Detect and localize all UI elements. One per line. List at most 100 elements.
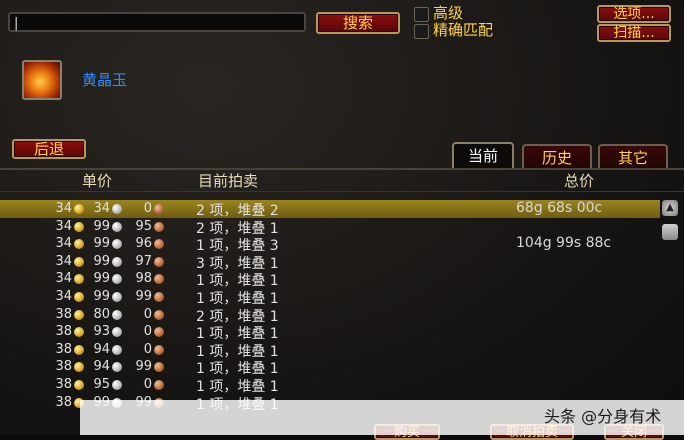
table-row[interactable]: 38 94 0 1 项，堆叠 1 bbox=[0, 341, 660, 360]
scroll-up-icon[interactable]: ▲ bbox=[662, 200, 678, 216]
unit-price-copper: 99 bbox=[135, 359, 152, 375]
silver-coin-icon bbox=[112, 379, 122, 390]
copper-coin-icon bbox=[154, 309, 164, 320]
gold-coin-icon bbox=[74, 362, 84, 373]
copper-coin-icon bbox=[154, 256, 164, 267]
unit-price-gold: 34 bbox=[55, 236, 72, 252]
silver-coin-icon bbox=[112, 221, 122, 232]
unit-price-gold: 34 bbox=[55, 253, 72, 269]
unit-price-gold: 38 bbox=[55, 324, 72, 340]
search-button[interactable]: 搜索 bbox=[316, 12, 400, 34]
table-row[interactable]: 34 99 97 3 项，堆叠 1 bbox=[0, 253, 660, 272]
unit-price-copper: 95 bbox=[135, 218, 152, 234]
unit-price-silver: 80 bbox=[93, 306, 110, 322]
tab-other[interactable]: 其它 bbox=[598, 144, 668, 170]
unit-price-silver: 94 bbox=[93, 341, 110, 357]
advanced-checkbox[interactable] bbox=[414, 7, 429, 22]
copper-coin-icon bbox=[154, 291, 164, 302]
back-button[interactable]: 后退 bbox=[12, 139, 86, 159]
column-header-total-price[interactable]: 总价 bbox=[564, 170, 594, 191]
total-price: 68g 68s 00c bbox=[516, 200, 603, 216]
unit-price-silver: 93 bbox=[93, 324, 110, 340]
watermark-text: 头条 @分身有术 bbox=[544, 407, 662, 426]
options-button[interactable]: 选项... bbox=[597, 5, 671, 23]
unit-price-copper: 0 bbox=[143, 324, 152, 340]
silver-coin-icon bbox=[112, 256, 122, 267]
gold-coin-icon bbox=[74, 379, 84, 390]
unit-price-gold: 38 bbox=[55, 359, 72, 375]
table-row[interactable]: 38 80 0 2 项，堆叠 1 bbox=[0, 306, 660, 325]
unit-price-copper: 0 bbox=[143, 341, 152, 357]
search-input[interactable]: | bbox=[8, 12, 306, 32]
unit-price-gold: 38 bbox=[55, 306, 72, 322]
table-row[interactable]: 38 95 0 1 项，堆叠 1 bbox=[0, 376, 660, 395]
unit-price-gold: 38 bbox=[55, 341, 72, 357]
silver-coin-icon bbox=[112, 204, 122, 214]
table-row[interactable]: 34 99 99 1 项，堆叠 1 bbox=[0, 288, 660, 307]
topaz-gem-icon[interactable] bbox=[22, 60, 62, 100]
column-header-unit-price[interactable]: 单价 bbox=[82, 170, 112, 191]
gold-coin-icon bbox=[74, 291, 84, 302]
gold-coin-icon bbox=[74, 309, 84, 320]
gold-coin-icon bbox=[74, 239, 84, 250]
silver-coin-icon bbox=[112, 344, 122, 355]
unit-price-copper: 0 bbox=[143, 376, 152, 392]
copper-coin-icon bbox=[154, 239, 164, 250]
header-divider bbox=[0, 191, 684, 192]
unit-price-gold: 38 bbox=[55, 376, 72, 392]
unit-price-gold: 34 bbox=[55, 288, 72, 304]
unit-price-copper: 0 bbox=[143, 306, 152, 322]
unit-price-copper: 96 bbox=[135, 236, 152, 252]
tab-history[interactable]: 历史 bbox=[522, 144, 592, 170]
table-row[interactable]: 34 99 96 1 项，堆叠 3 104g 99s 88c bbox=[0, 235, 660, 254]
item-name: 黄晶玉 bbox=[82, 71, 128, 89]
unit-price-copper: 98 bbox=[135, 271, 152, 287]
silver-coin-icon bbox=[112, 274, 122, 285]
silver-coin-icon bbox=[112, 309, 122, 320]
unit-price-silver: 99 bbox=[93, 218, 110, 234]
unit-price-silver: 94 bbox=[93, 359, 110, 375]
copper-coin-icon bbox=[154, 362, 164, 373]
table-row[interactable]: 34 34 0 2 项，堆叠 2 68g 68s 00c bbox=[0, 200, 660, 219]
auction-list: 34 34 0 2 项，堆叠 2 68g 68s 00c 34 99 95 2 项，堆叠 1 34… bbox=[0, 200, 660, 413]
gold-coin-icon bbox=[74, 221, 84, 232]
table-row[interactable]: 38 94 99 1 项，堆叠 1 bbox=[0, 358, 660, 377]
scan-button[interactable]: 扫描... bbox=[597, 24, 671, 42]
unit-price-silver: 95 bbox=[93, 376, 110, 392]
gold-coin-icon bbox=[74, 204, 84, 214]
silver-coin-icon bbox=[112, 239, 122, 250]
copper-coin-icon bbox=[154, 204, 164, 214]
exact-match-checkbox[interactable] bbox=[414, 24, 429, 39]
unit-price-silver: 99 bbox=[93, 253, 110, 269]
unit-price-silver: 99 bbox=[93, 236, 110, 252]
table-row[interactable]: 34 99 98 1 项，堆叠 1 bbox=[0, 270, 660, 289]
copper-coin-icon bbox=[154, 274, 164, 285]
gold-coin-icon bbox=[74, 344, 84, 355]
table-row[interactable]: 34 99 95 2 项，堆叠 1 bbox=[0, 218, 660, 237]
scrollbar-thumb[interactable] bbox=[662, 224, 678, 240]
total-price: 104g 99s 88c bbox=[516, 235, 612, 252]
gold-coin-icon bbox=[74, 274, 84, 285]
unit-price-gold: 34 bbox=[55, 218, 72, 234]
silver-coin-icon bbox=[112, 327, 122, 338]
unit-price-silver: 34 bbox=[93, 201, 110, 216]
copper-coin-icon bbox=[154, 327, 164, 338]
gold-coin-icon bbox=[74, 327, 84, 338]
copper-coin-icon bbox=[154, 344, 164, 355]
unit-price-silver: 99 bbox=[93, 288, 110, 304]
silver-coin-icon bbox=[112, 362, 122, 373]
unit-price-gold: 38 bbox=[55, 394, 72, 410]
unit-price-gold: 34 bbox=[55, 271, 72, 287]
copper-coin-icon bbox=[154, 379, 164, 390]
unit-price-copper: 97 bbox=[135, 253, 152, 269]
tab-current[interactable]: 当前 bbox=[452, 142, 514, 170]
unit-price-copper: 99 bbox=[135, 288, 152, 304]
copper-coin-icon bbox=[154, 221, 164, 232]
column-header-current-auction[interactable]: 目前拍卖 bbox=[198, 170, 258, 191]
exact-match-label: 精确匹配 bbox=[433, 21, 494, 39]
gold-coin-icon bbox=[74, 256, 84, 267]
unit-price-gold: 34 bbox=[55, 201, 72, 216]
table-row[interactable]: 38 93 0 1 项，堆叠 1 bbox=[0, 323, 660, 342]
silver-coin-icon bbox=[112, 291, 122, 302]
unit-price-copper: 0 bbox=[143, 201, 152, 216]
